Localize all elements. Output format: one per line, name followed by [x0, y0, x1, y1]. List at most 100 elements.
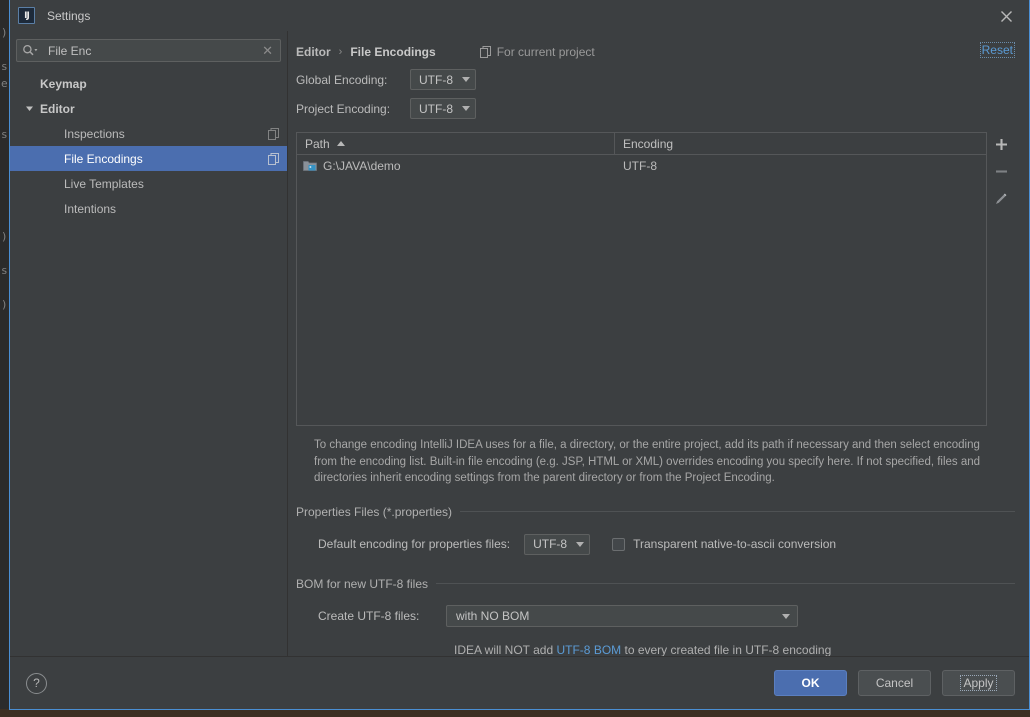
dialog-button-group: OK Cancel Apply: [774, 670, 1015, 696]
help-icon[interactable]: ?: [26, 672, 47, 694]
global-encoding-label: Global Encoding:: [296, 72, 388, 87]
encodings-table-zone: Path Encoding G:\JAVA\demo UTF-8: [296, 132, 1015, 426]
table-header: Path Encoding: [297, 133, 986, 155]
bom-note-suffix: to every created file in UTF-8 encoding: [621, 642, 832, 657]
project-scope-badge-icon: [268, 127, 279, 140]
chevron-down-icon[interactable]: [24, 104, 35, 113]
project-encoding-dropdown[interactable]: UTF-8: [410, 98, 476, 119]
project-encoding-value: UTF-8: [419, 101, 453, 116]
search-input[interactable]: File Enc ✕: [16, 39, 281, 62]
bom-section-header: BOM for new UTF-8 files: [296, 577, 1015, 591]
close-icon[interactable]: [997, 7, 1015, 25]
create-utf8-files-dropdown[interactable]: with NO BOM: [446, 605, 798, 627]
sidebar-item-label: Inspections: [64, 126, 125, 141]
properties-files-section: Properties Files (*.properties) Default …: [296, 505, 1015, 559]
column-header-encoding[interactable]: Encoding: [615, 133, 986, 154]
default-properties-encoding-dropdown[interactable]: UTF-8: [524, 533, 591, 555]
plus-icon: [995, 138, 1008, 154]
transparent-conversion-checkbox[interactable]: [612, 537, 626, 551]
dialog-title: Settings: [47, 8, 91, 23]
sidebar-item-label: File Encodings: [64, 151, 143, 166]
sidebar-item-inspections[interactable]: Inspections: [10, 121, 287, 146]
apply-button[interactable]: Apply: [942, 670, 1015, 696]
section-divider: [436, 583, 1015, 584]
transparent-conversion-label: Transparent native-to-ascii conversion: [633, 537, 837, 551]
encodings-table: Path Encoding G:\JAVA\demo UTF-8: [296, 132, 987, 426]
intellij-idea-icon: IJ: [18, 7, 35, 24]
sidebar-item-file-encodings[interactable]: File Encodings: [10, 146, 287, 171]
apply-button-label: Apply: [960, 675, 997, 691]
ok-button[interactable]: OK: [774, 670, 847, 696]
cell-path-text: G:\JAVA\demo: [323, 158, 401, 173]
create-utf8-files-row: Create UTF-8 files: with NO BOM: [318, 602, 1015, 631]
settings-tree: Keymap Editor Inspections File Encodings…: [10, 71, 287, 656]
search-icon: [22, 44, 39, 57]
global-encoding-row: Global Encoding: UTF-8: [296, 65, 1015, 94]
default-properties-encoding-row: Default encoding for properties files: U…: [318, 530, 1015, 559]
properties-files-section-body: Default encoding for properties files: U…: [296, 530, 1015, 559]
chevron-down-icon: [462, 77, 470, 82]
utf8-bom-link[interactable]: UTF-8 BOM: [556, 643, 621, 657]
global-encoding-value: UTF-8: [419, 72, 453, 87]
breadcrumb-separator-icon: ›: [338, 46, 343, 58]
sidebar-item-label: Editor: [40, 101, 75, 116]
add-path-button[interactable]: [989, 135, 1013, 157]
column-header-label: Encoding: [623, 136, 674, 151]
create-utf8-files-value: with NO BOM: [456, 609, 530, 623]
cancel-button[interactable]: Cancel: [858, 670, 931, 696]
settings-content-pane: Editor › File Encodings For current proj…: [288, 31, 1029, 657]
scope-label: For current project: [496, 45, 595, 59]
chevron-down-icon: [782, 613, 790, 619]
minus-icon: [995, 165, 1008, 181]
global-encoding-dropdown[interactable]: UTF-8: [410, 69, 476, 90]
pencil-icon: [994, 192, 1008, 209]
breadcrumb-current: File Encodings: [350, 45, 436, 59]
cell-path: G:\JAVA\demo: [297, 155, 615, 176]
project-scope-icon: [479, 46, 491, 58]
table-body: G:\JAVA\demo UTF-8: [297, 155, 986, 425]
column-header-label: Path: [305, 136, 330, 151]
transparent-conversion-row: Transparent native-to-ascii conversion: [612, 537, 836, 551]
edit-path-button[interactable]: [989, 189, 1013, 211]
clear-icon[interactable]: ✕: [261, 44, 274, 57]
bom-note: IDEA will NOT add UTF-8 BOM to every cre…: [454, 643, 1015, 657]
table-row[interactable]: G:\JAVA\demo UTF-8: [297, 155, 986, 176]
bom-section: BOM for new UTF-8 files Create UTF-8 fil…: [296, 577, 1015, 657]
settings-sidebar: File Enc ✕ Keymap Editor Inspections Fil…: [10, 31, 288, 656]
cell-encoding[interactable]: UTF-8: [615, 155, 986, 176]
settings-dialog: IJ Settings File Enc ✕ Keymap Editor Ins…: [9, 0, 1030, 710]
sort-ascending-icon: [336, 141, 345, 146]
module-folder-icon: [303, 159, 317, 172]
sidebar-item-label: Intentions: [64, 201, 117, 216]
sidebar-item-live-templates[interactable]: Live Templates: [10, 171, 287, 196]
sidebar-item-label: Keymap: [40, 76, 87, 91]
dialog-body: File Enc ✕ Keymap Editor Inspections Fil…: [10, 31, 1029, 657]
chevron-down-icon: [576, 541, 585, 547]
cell-encoding-text: UTF-8: [623, 158, 657, 173]
breadcrumb: Editor › File Encodings For current proj…: [296, 31, 1015, 65]
sidebar-item-label: Live Templates: [64, 176, 144, 191]
create-utf8-files-label: Create UTF-8 files:: [318, 609, 420, 623]
encodings-help-text: To change encoding IntelliJ IDEA uses fo…: [314, 439, 981, 484]
project-encoding-row: Project Encoding: UTF-8: [296, 94, 1015, 123]
bom-section-body: Create UTF-8 files: with NO BOM IDEA wil…: [296, 602, 1015, 657]
default-properties-encoding-value: UTF-8: [533, 537, 568, 551]
search-input-value: File Enc: [48, 43, 92, 58]
chevron-down-icon: [462, 106, 470, 111]
column-header-path[interactable]: Path: [297, 133, 615, 154]
sidebar-item-editor[interactable]: Editor: [10, 96, 287, 121]
bom-note-prefix: IDEA will NOT add: [454, 642, 557, 657]
ide-bottom-strip: [0, 709, 1030, 717]
properties-files-section-header: Properties Files (*.properties): [296, 505, 1015, 519]
reset-link[interactable]: Reset: [979, 42, 1015, 58]
search-container: File Enc ✕: [10, 31, 287, 62]
section-divider: [460, 511, 1015, 512]
cancel-button-label: Cancel: [875, 676, 914, 690]
breadcrumb-parent[interactable]: Editor: [296, 45, 331, 59]
sidebar-item-intentions[interactable]: Intentions: [10, 196, 287, 221]
dialog-titlebar: IJ Settings: [10, 0, 1029, 31]
table-toolbar: [987, 132, 1015, 426]
ok-button-label: OK: [801, 676, 820, 690]
remove-path-button[interactable]: [989, 162, 1013, 184]
sidebar-item-keymap[interactable]: Keymap: [10, 71, 287, 96]
